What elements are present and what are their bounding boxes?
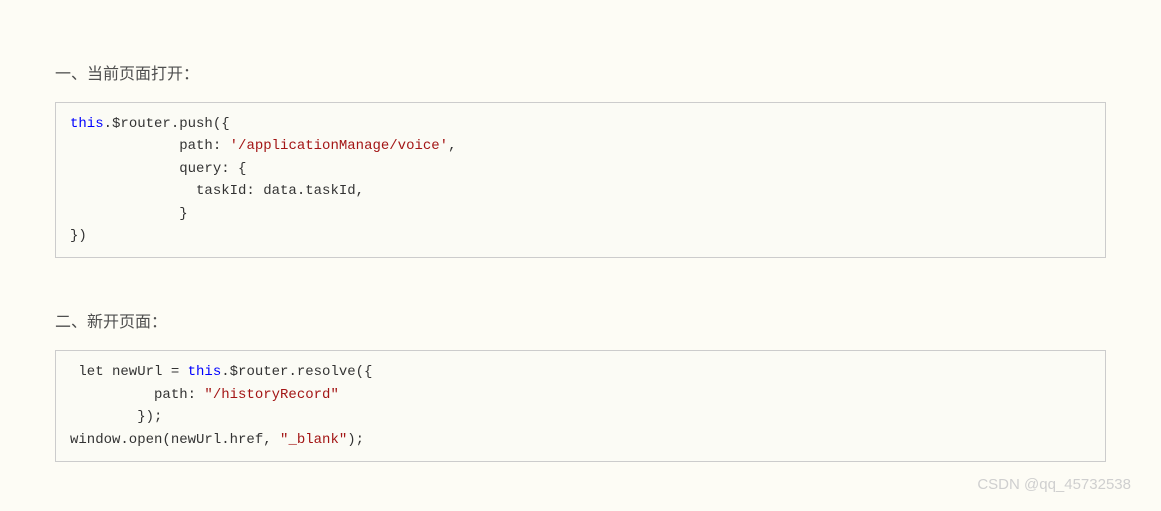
- code-string: "/historyRecord": [204, 387, 338, 403]
- section-heading-1: 一、当前页面打开：: [55, 60, 1106, 84]
- code-block-2[interactable]: let newUrl = this.$router.resolve({ path…: [55, 350, 1106, 462]
- content-area: 一、当前页面打开： this.$router.push({ path: '/ap…: [0, 0, 1161, 462]
- code-string: '/applicationManage/voice': [230, 138, 448, 154]
- code-block-1[interactable]: this.$router.push({ path: '/applicationM…: [55, 102, 1106, 258]
- code-text: }); window.open(newUrl.href,: [70, 409, 280, 447]
- code-keyword: this: [70, 116, 104, 132]
- code-string: "_blank": [280, 432, 347, 448]
- watermark: CSDN @qq_45732538: [977, 476, 1131, 493]
- code-keyword: this: [188, 364, 222, 380]
- code-text: );: [347, 432, 364, 448]
- section-heading-2: 二、新开页面：: [55, 308, 1106, 332]
- code-text: let newUrl =: [70, 364, 188, 380]
